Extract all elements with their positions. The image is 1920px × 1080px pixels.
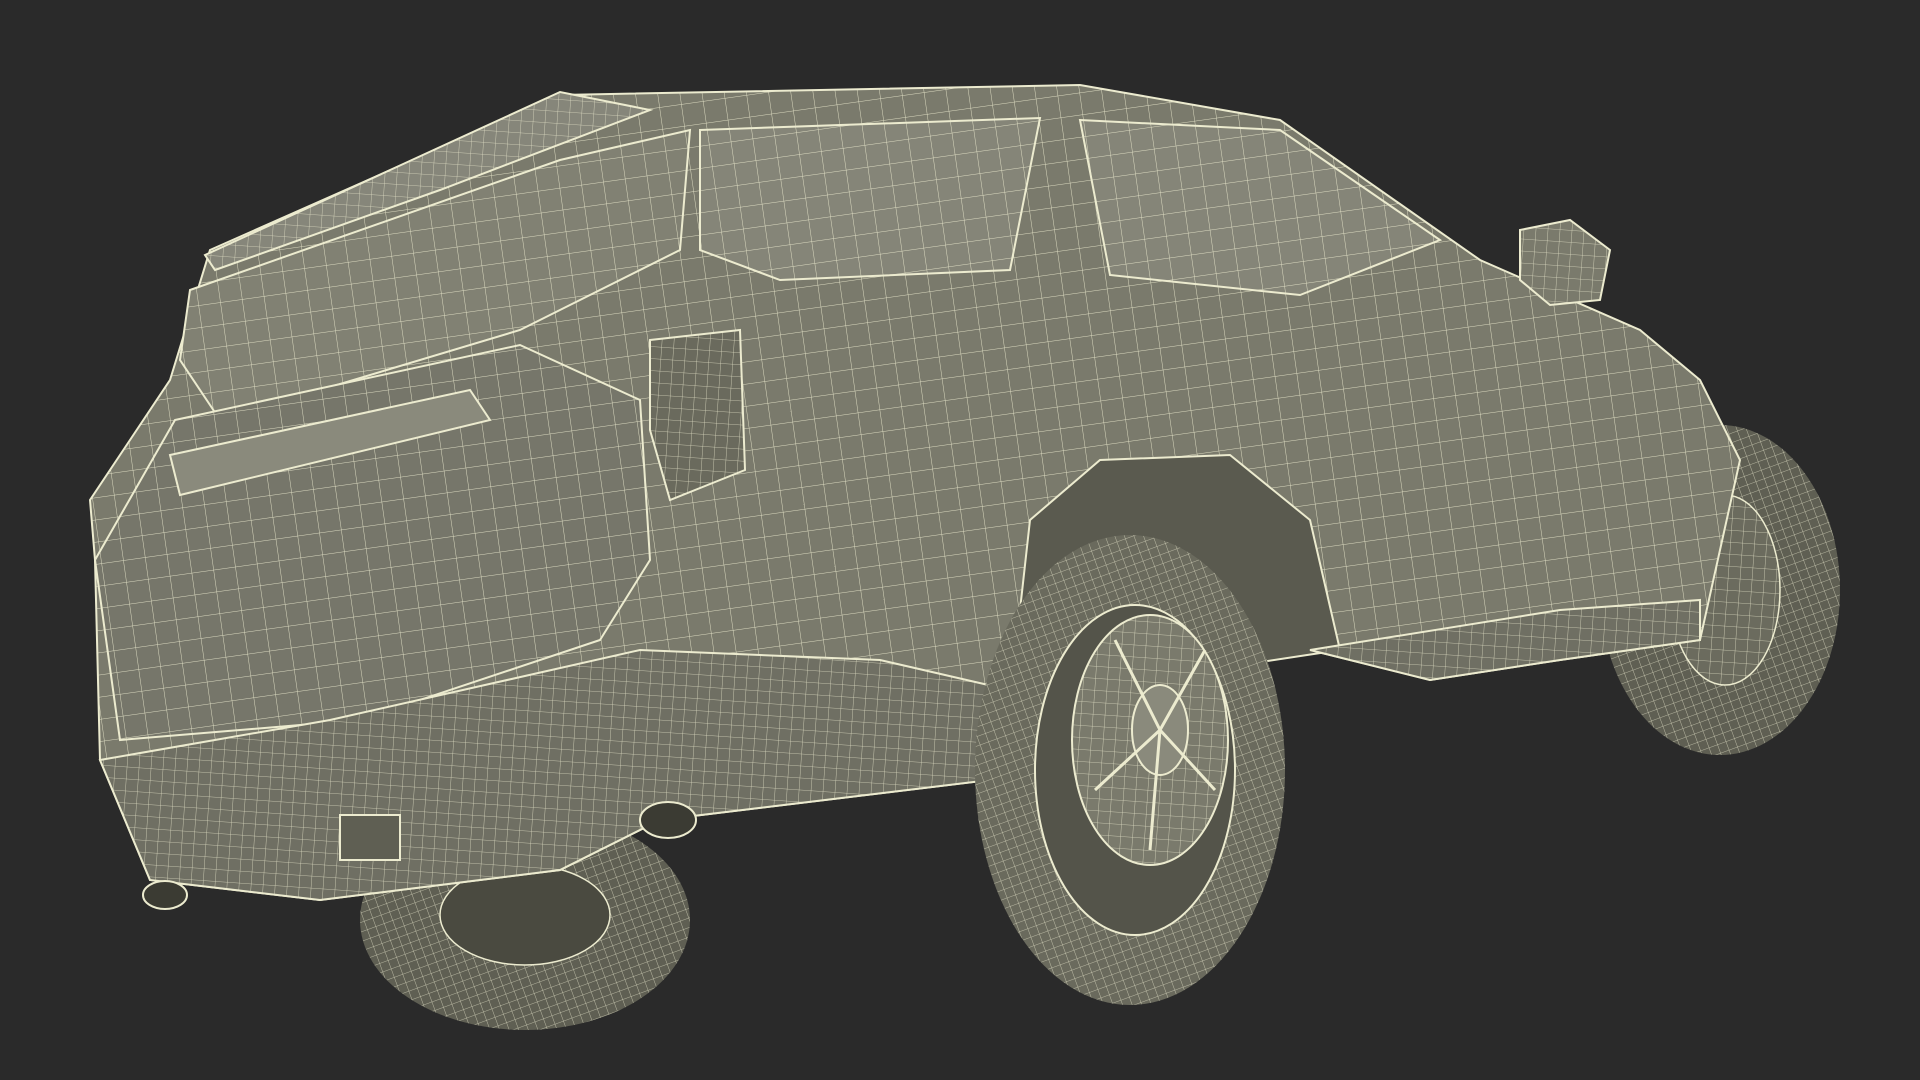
- rear-right-wheel: [975, 535, 1285, 1005]
- car-body: [88, 83, 1742, 910]
- wheel-rim: [1071, 614, 1229, 866]
- render-viewport: [0, 0, 1920, 1080]
- wireframe-render: [88, 83, 1840, 1030]
